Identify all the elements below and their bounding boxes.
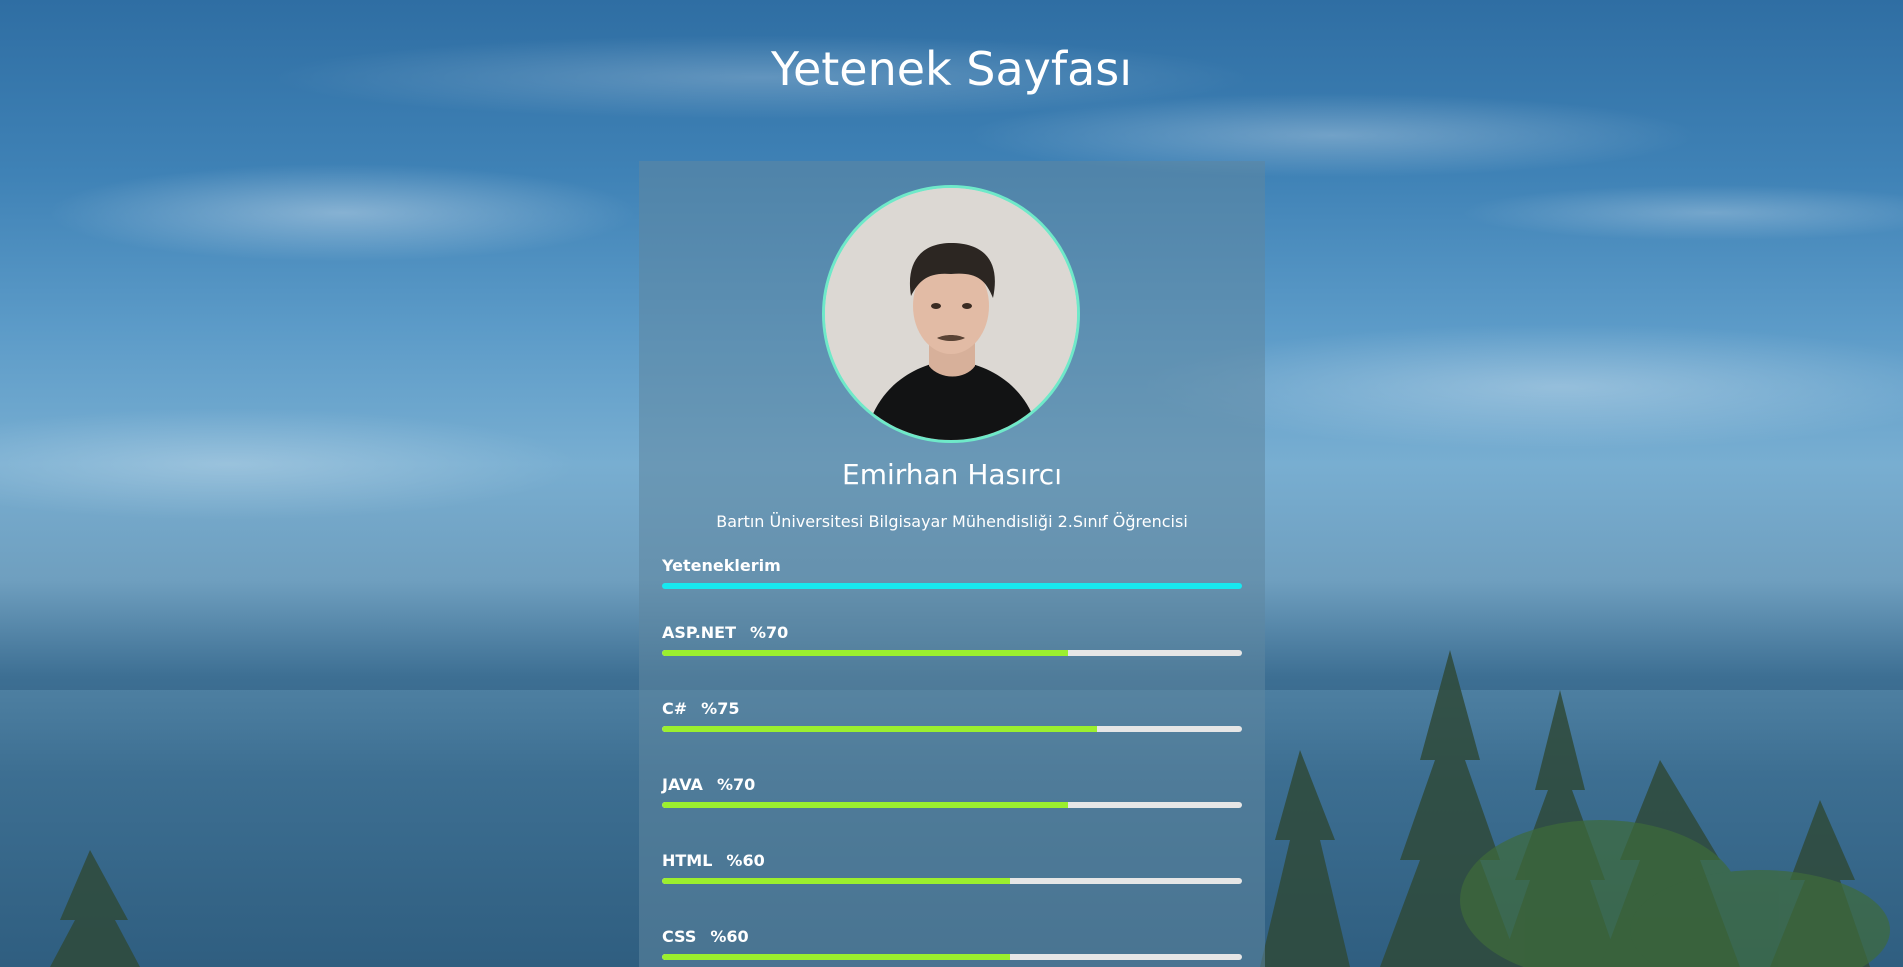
skill-percent: %60	[726, 851, 765, 870]
skill-percent: %60	[710, 927, 749, 946]
skill-progress-bar	[662, 726, 1242, 732]
skill-item-css: CSS %60	[662, 927, 1242, 967]
skill-progress-fill	[662, 802, 1068, 808]
skill-progress-bar	[662, 802, 1242, 808]
skill-item-csharp: C# %75	[662, 699, 1242, 775]
profile-name: Emirhan Hasırcı	[842, 458, 1062, 491]
skill-name: C#	[662, 699, 688, 718]
skill-label: JAVA %70	[662, 775, 1242, 801]
skill-item-html: HTML %60	[662, 851, 1242, 927]
skill-progress-fill	[662, 650, 1068, 656]
skill-progress-bar	[662, 650, 1242, 656]
skill-name: JAVA	[662, 775, 703, 794]
skill-progress-fill	[662, 726, 1097, 732]
skill-name: ASP.NET	[662, 623, 737, 642]
skill-progress-bar	[662, 878, 1242, 884]
profile-avatar	[822, 185, 1080, 443]
skill-label: ASP.NET %70	[662, 623, 1242, 649]
skill-name: HTML	[662, 851, 713, 870]
skill-progress-bar	[662, 954, 1242, 960]
page-background: Yetenek Sayfası Emirhan Hasırcı Bartın Ü…	[0, 0, 1903, 967]
skill-percent: %70	[716, 775, 756, 794]
skill-label: C# %75	[662, 699, 1242, 725]
skill-label: CSS %60	[662, 927, 1242, 953]
skill-progress-fill	[662, 954, 1010, 960]
skills-section: Yeteneklerim ASP.NET %70 C# %75 JAVA %70…	[662, 556, 1242, 967]
skill-name: CSS	[662, 927, 697, 946]
profile-description: Bartın Üniversitesi Bilgisayar Mühendisl…	[716, 512, 1188, 531]
skills-heading-bar	[662, 583, 1242, 589]
skill-item-java: JAVA %70	[662, 775, 1242, 851]
skill-item-aspnet: ASP.NET %70	[662, 623, 1242, 699]
page-title: Yetenek Sayfası	[770, 42, 1133, 96]
skill-percent: %75	[701, 699, 740, 718]
profile-card: Emirhan Hasırcı Bartın Üniversitesi Bilg…	[639, 161, 1265, 967]
skill-progress-fill	[662, 878, 1010, 884]
skill-label: HTML %60	[662, 851, 1242, 877]
profile-photo	[825, 188, 1077, 440]
skills-heading: Yeteneklerim	[662, 556, 781, 575]
skill-percent: %70	[750, 623, 789, 642]
